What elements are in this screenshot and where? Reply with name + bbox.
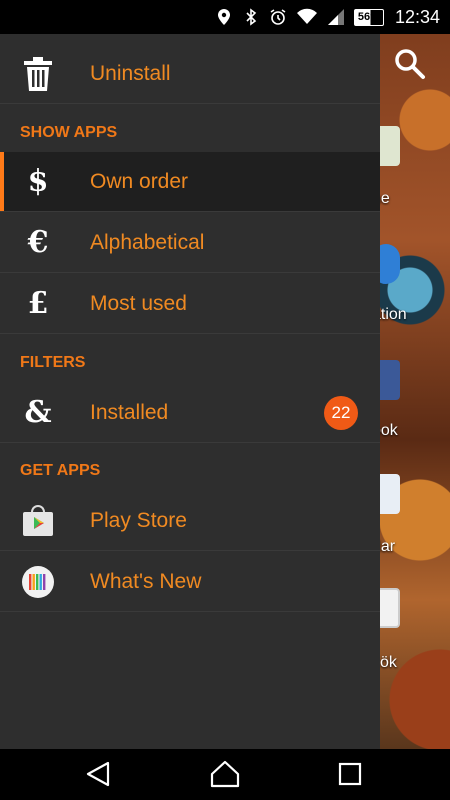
drawer-item-label: Uninstall — [90, 61, 171, 85]
drawer-item-installed[interactable]: & Installed 22 — [0, 383, 380, 443]
signal-icon — [327, 9, 344, 25]
drawer-item-label: Installed — [90, 400, 169, 424]
wifi-icon — [296, 8, 317, 24]
trash-icon — [20, 56, 56, 92]
bluetooth-icon — [246, 8, 257, 26]
navigation-drawer: Uninstall SHOW APPS $ Own order € Alphab… — [0, 34, 380, 749]
section-header: SHOW APPS — [20, 124, 118, 141]
recents-icon[interactable] — [333, 757, 367, 791]
drawer-item-most-used[interactable]: £ Most used — [0, 274, 380, 334]
pound-icon: £ — [27, 286, 49, 321]
drawer-item-play-store[interactable]: Play Store — [0, 491, 380, 551]
section-header: GET APPS — [20, 462, 101, 479]
whats-new-icon — [20, 564, 56, 600]
status-bar: 56% 12:34 — [0, 0, 450, 34]
drawer-item-label: Alphabetical — [90, 230, 205, 254]
drawer-item-label: Own order — [90, 169, 189, 193]
count-badge: 22 — [324, 395, 358, 430]
section-header: FILTERS — [20, 354, 86, 371]
drawer-item-uninstall[interactable]: Uninstall — [0, 44, 380, 104]
clock: 12:34 — [394, 6, 440, 27]
drawer-item-label: Most used — [90, 291, 187, 315]
back-icon[interactable] — [82, 757, 116, 791]
ampersand-icon: & — [24, 395, 52, 430]
system-nav-bar — [0, 749, 450, 800]
drawer-item-alphabetical[interactable]: € Alphabetical — [0, 213, 380, 273]
euro-icon: € — [27, 225, 49, 260]
drawer-item-whats-new[interactable]: What's New — [0, 552, 380, 612]
alarm-icon — [270, 9, 286, 25]
drawer-item-label: What's New — [90, 569, 202, 593]
location-icon — [217, 9, 230, 25]
play-store-icon — [20, 503, 56, 539]
search-icon[interactable] — [392, 46, 426, 80]
dollar-icon: $ — [27, 164, 49, 199]
drawer-item-own-order[interactable]: $ Own order — [0, 152, 380, 212]
battery-indicator: 56% — [353, 8, 384, 26]
drawer-item-label: Play Store — [90, 508, 187, 532]
home-icon[interactable] — [208, 757, 242, 791]
